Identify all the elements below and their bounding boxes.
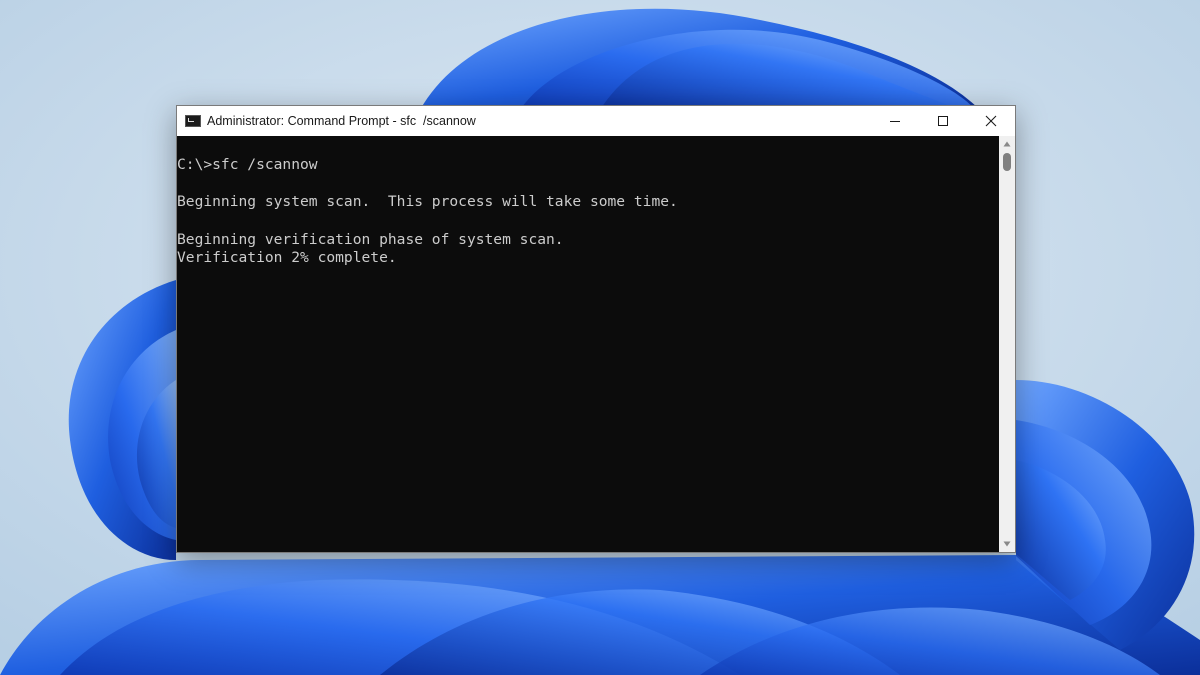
arrow-down-icon bbox=[1003, 541, 1011, 547]
scroll-up-button[interactable] bbox=[999, 136, 1015, 152]
minimize-button[interactable] bbox=[871, 106, 919, 136]
minimize-icon bbox=[890, 121, 900, 122]
close-icon bbox=[985, 115, 997, 127]
console-line: C:\>sfc /scannow bbox=[177, 156, 318, 173]
console-output[interactable]: C:\>sfc /scannow Beginning system scan. … bbox=[177, 136, 999, 552]
command-prompt-window[interactable]: Administrator: Command Prompt - sfc /sca… bbox=[176, 105, 1016, 553]
maximize-icon bbox=[938, 116, 948, 126]
caption-buttons bbox=[871, 106, 1015, 136]
arrow-up-icon bbox=[1003, 141, 1011, 147]
scroll-thumb[interactable] bbox=[1003, 153, 1011, 171]
window-title: Administrator: Command Prompt - sfc /sca… bbox=[207, 114, 476, 128]
title-bar[interactable]: Administrator: Command Prompt - sfc /sca… bbox=[177, 106, 1015, 136]
maximize-button[interactable] bbox=[919, 106, 967, 136]
console-line: Verification 2% complete. bbox=[177, 249, 397, 266]
console-line: Beginning verification phase of system s… bbox=[177, 231, 564, 248]
console-line: Beginning system scan. This process will… bbox=[177, 193, 678, 210]
cmd-icon bbox=[185, 115, 201, 127]
vertical-scrollbar[interactable] bbox=[999, 136, 1015, 552]
scroll-down-button[interactable] bbox=[999, 536, 1015, 552]
close-button[interactable] bbox=[967, 106, 1015, 136]
